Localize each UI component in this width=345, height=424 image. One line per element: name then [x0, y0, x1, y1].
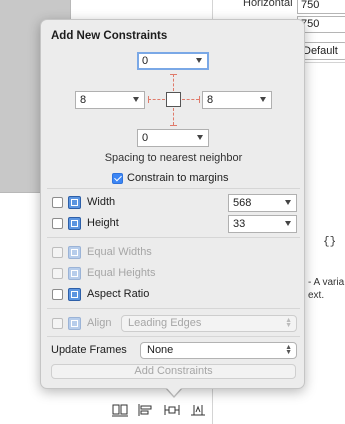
equal-heights-icon — [68, 267, 81, 280]
align-label: Align — [87, 317, 112, 329]
left-guide-line[interactable] — [148, 99, 165, 100]
add-constraints-button[interactable]: Add Constraints — [51, 364, 296, 379]
inspector-description: - A varia ext. — [308, 276, 345, 302]
top-spacing-field[interactable]: 0 — [137, 52, 209, 70]
height-field[interactable]: 33 — [228, 215, 297, 233]
bottom-spacing-field[interactable]: 0 — [137, 129, 209, 147]
chevron-down-icon[interactable] — [285, 200, 291, 205]
top-spacing-value: 0 — [142, 55, 149, 67]
bottom-guide-line[interactable] — [173, 108, 174, 125]
view-placeholder-box — [166, 92, 181, 107]
update-frames-label: Update Frames — [51, 344, 127, 356]
horizontal-label: Horizontal — [243, 0, 293, 9]
pin-icon[interactable] — [164, 403, 180, 417]
width-value: 568 — [233, 197, 252, 209]
spacing-caption: Spacing to nearest neighbor — [104, 152, 243, 164]
left-spacing-field[interactable]: 8 — [75, 91, 145, 109]
left-spacing-value: 8 — [80, 94, 87, 106]
right-spacing-field[interactable]: 8 — [202, 91, 272, 109]
top-guide-line[interactable] — [173, 74, 174, 91]
align-icon[interactable] — [138, 403, 154, 417]
width-label: Width — [87, 196, 116, 208]
align-checkbox[interactable] — [52, 318, 63, 329]
chevron-down-icon[interactable] — [285, 221, 291, 226]
right-spacing-value: 8 — [207, 94, 214, 106]
height-checkbox[interactable] — [52, 218, 63, 229]
resolve-issues-icon[interactable] — [190, 403, 206, 417]
equal-heights-label: Equal Heights — [87, 267, 156, 279]
braces-text: {} — [323, 236, 337, 248]
aspect-ratio-checkbox[interactable] — [52, 289, 63, 300]
divider — [47, 308, 300, 309]
chevron-down-icon[interactable] — [197, 135, 203, 140]
equal-widths-icon — [68, 246, 81, 259]
bottom-spacing-value: 0 — [142, 132, 149, 144]
description-line-1: - A varia — [308, 277, 345, 288]
right-guide-cap — [199, 96, 200, 103]
height-value: 33 — [233, 218, 246, 230]
equal-widths-label: Equal Widths — [87, 246, 152, 258]
aspect-ratio-label: Aspect Ratio — [87, 288, 150, 300]
divider — [47, 188, 300, 189]
equal-widths-checkbox[interactable] — [52, 247, 63, 258]
popover-arrow — [166, 387, 182, 396]
height-label: Height — [87, 217, 119, 229]
popover-title: Add New Constraints — [51, 30, 168, 42]
updown-chevron-icon: ▲ ▼ — [285, 317, 292, 329]
add-constraints-popover: Add New Constraints 0 8 8 0 Spacing to n… — [40, 19, 305, 389]
chevron-down-icon[interactable] — [133, 97, 139, 102]
constrain-to-margins-label: Constrain to margins — [127, 172, 229, 184]
chevron-down-icon[interactable] — [196, 58, 202, 63]
align-icon — [68, 317, 81, 330]
description-line-2: ext. — [308, 290, 325, 301]
bottom-guide-cap — [170, 125, 177, 126]
height-icon — [68, 217, 81, 230]
chevron-down-icon[interactable] — [260, 97, 266, 102]
divider — [47, 336, 300, 337]
align-value: Leading Edges — [128, 317, 202, 329]
width-field[interactable]: 568 — [228, 194, 297, 212]
equal-heights-checkbox[interactable] — [52, 268, 63, 279]
update-frames-popup[interactable]: None ▲ ▼ — [140, 342, 297, 359]
divider — [47, 237, 300, 238]
update-frames-value: None — [147, 344, 174, 356]
width-icon — [68, 196, 81, 209]
align-popup[interactable]: Leading Edges ▲ ▼ — [121, 315, 297, 332]
right-guide-line[interactable] — [182, 99, 199, 100]
stack-icon[interactable] — [112, 403, 128, 417]
updown-chevron-icon: ▲ ▼ — [285, 344, 292, 356]
horizontal-field[interactable]: 750 — [297, 0, 345, 14]
width-checkbox[interactable] — [52, 197, 63, 208]
constrain-to-margins-checkbox[interactable] — [112, 173, 123, 184]
aspect-ratio-icon — [68, 288, 81, 301]
